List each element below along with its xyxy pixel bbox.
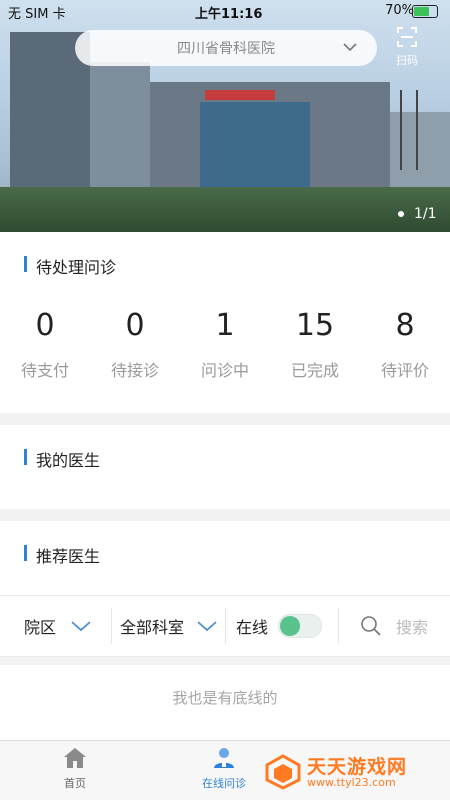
chevron-down-icon [343, 43, 357, 52]
section-title: 推荐医生 [24, 543, 100, 567]
search-icon [361, 616, 381, 636]
battery-percent: 70% [385, 3, 414, 18]
divider [338, 608, 339, 644]
tab-online-consult[interactable]: 在线问诊 [184, 747, 264, 791]
stat-label: 问诊中 [200, 361, 249, 380]
battery-icon [412, 5, 438, 18]
stat-awaiting[interactable]: 0 待接诊 [90, 308, 180, 381]
scan-button[interactable]: 扫码 [390, 26, 424, 68]
section-title: 我的医生 [24, 447, 100, 471]
department-filter[interactable]: 全部科室 [120, 596, 218, 656]
hospital-selector[interactable]: 四川省骨科医院 [75, 30, 377, 66]
recommended-section: 推荐医生 [0, 521, 450, 595]
stat-completed[interactable]: 15 已完成 [270, 308, 360, 381]
hospital-name: 四川省骨科医院 [177, 41, 275, 57]
campus-label: 院区 [24, 618, 57, 637]
end-of-list-note: 我也是有底线的 [0, 665, 450, 740]
chevron-down-icon [71, 621, 91, 632]
home-icon [64, 748, 86, 768]
campus-filter[interactable]: 院区 [24, 596, 92, 656]
banner-tower [400, 90, 418, 170]
watermark-logo-icon [265, 754, 301, 790]
stat-label: 待支付 [20, 361, 69, 380]
page-dot [398, 211, 404, 217]
stat-in-progress[interactable]: 1 问诊中 [180, 308, 270, 381]
online-label: 在线 [236, 618, 269, 637]
search-field[interactable]: 搜索 [360, 596, 428, 656]
scan-icon [397, 27, 417, 47]
stat-unpaid[interactable]: 0 待支付 [0, 308, 90, 381]
tab-label: 首页 [64, 777, 86, 790]
stat-value: 1 [215, 308, 235, 343]
watermark-url: www.ttyl23.com [307, 776, 396, 789]
my-doctor-section[interactable]: 我的医生 [0, 425, 450, 509]
online-toggle[interactable] [278, 614, 323, 638]
chevron-down-icon [197, 621, 217, 632]
pending-stats: 0 待支付 0 待接诊 1 问诊中 15 已完成 8 待评价 [0, 308, 450, 381]
stat-label: 待评价 [380, 361, 429, 380]
stat-label: 待接诊 [110, 361, 159, 380]
stat-value: 15 [295, 308, 335, 343]
divider [225, 608, 226, 644]
toggle-knob [280, 616, 301, 636]
clock: 上午11:16 [195, 7, 263, 22]
stat-value: 0 [125, 308, 145, 343]
divider [111, 608, 112, 644]
tab-label: 在线问诊 [202, 777, 246, 790]
pending-section: 待处理问诊 0 待支付 0 待接诊 1 问诊中 15 已完成 8 待评价 [0, 232, 450, 413]
status-bar: 无 SIM 卡 上午11:16 70% [0, 0, 450, 22]
stat-to-review[interactable]: 8 待评价 [360, 308, 450, 381]
section-title: 待处理问诊 [24, 254, 116, 278]
stat-value: 8 [395, 308, 415, 343]
site-watermark: 天天游戏网 www.ttyl23.com [265, 750, 450, 794]
banner-trees [0, 187, 450, 232]
doctor-icon [214, 748, 234, 768]
hospital-banner[interactable]: 无 SIM 卡 上午11:16 70% 四川省骨科医院 扫码 1/1 [0, 0, 450, 232]
watermark-title: 天天游戏网 [307, 756, 408, 778]
scan-label: 扫码 [396, 54, 418, 67]
stat-value: 0 [35, 308, 55, 343]
online-filter: 在线 [236, 596, 323, 656]
carrier-label: 无 SIM 卡 [8, 7, 66, 22]
department-label: 全部科室 [120, 618, 185, 637]
stat-label: 已完成 [290, 361, 339, 380]
banner-page-indicator: 1/1 [398, 206, 437, 222]
tab-home[interactable]: 首页 [35, 747, 115, 791]
page-count: 1/1 [414, 206, 437, 222]
filter-bar: 院区 全部科室 在线 搜索 [0, 595, 450, 657]
search-placeholder: 搜索 [396, 618, 429, 637]
